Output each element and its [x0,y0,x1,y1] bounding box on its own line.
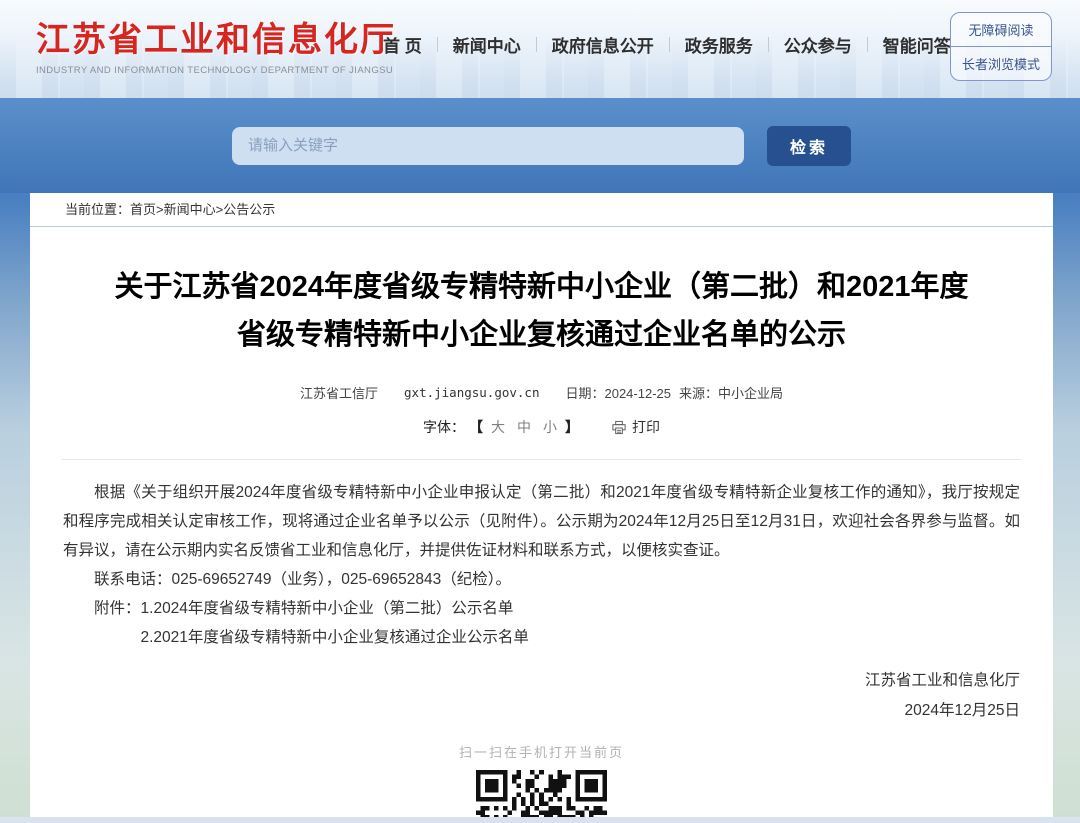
nav-separator [437,37,438,52]
content-card: 当前位置：首页>新闻中心>公告公示 关于江苏省2024年度省级专精特新中小企业（… [30,193,1053,823]
breadcrumb-label: 当前位置： [65,202,130,217]
font-size-medium[interactable]: 中 [517,417,531,437]
content-divider [62,459,1021,460]
article-title: 关于江苏省2024年度省级专精特新中小企业（第二批）和2021年度省级专精特新中… [102,263,982,359]
meta-date: 日期：2024-12-25 [565,383,671,402]
signature-org: 江苏省工业和信息化厅 [30,666,1020,696]
site-header: 江苏省工业和信息化厅 INDUSTRY AND INFORMATION TECH… [0,0,1080,98]
attachment-link-1[interactable]: 1.2024年度省级专精特新中小企业（第二批）公示名单 [141,600,514,617]
font-controls: 字体： 【 大 中 小 】 打印 [30,417,1053,437]
print-button[interactable]: 打印 [611,417,660,437]
breadcrumb: 当前位置：首页>新闻中心>公告公示 [30,193,1053,227]
attachment-line-2: 2.2021年度省级专精特新中小企业复核通过企业公示名单 [63,623,1020,652]
font-size-small[interactable]: 小 [543,417,557,437]
meta-origin: 来源：中小企业局 [679,383,783,402]
bracket-close: 】 [565,417,579,437]
nav-item-home[interactable]: 首 页 [383,32,422,57]
nav-item-news[interactable]: 新闻中心 [453,32,521,57]
attachments-label: 附件： [94,600,141,617]
nav-separator [536,37,537,52]
search-input[interactable] [232,127,744,165]
search-button[interactable]: 检索 [767,126,851,166]
attachment-link-2[interactable]: 2.2021年度省级专精特新中小企业复核通过企业公示名单 [141,629,529,646]
print-icon [611,420,627,435]
attachment-line-1: 附件：1.2024年度省级专精特新中小企业（第二批）公示名单 [63,594,1020,623]
nav-item-participation[interactable]: 公众参与 [784,32,852,57]
accessibility-box: 无障碍阅读 长者浏览模式 [950,12,1052,81]
meta-source-dept: 江苏省工信厅 [300,383,378,402]
bracket-open: 【 [469,417,483,437]
nav-separator [768,37,769,52]
meta-website: gxt.jiangsu.gov.cn [404,385,539,400]
nav-separator [867,37,868,52]
elder-mode-button[interactable]: 长者浏览模式 [951,46,1051,80]
accessible-reading-button[interactable]: 无障碍阅读 [951,13,1051,46]
logo-subtitle: INDUSTRY AND INFORMATION TECHNOLOGY DEPA… [36,65,396,76]
font-label: 字体： [423,417,465,437]
nav-item-gov-info[interactable]: 政府信息公开 [552,32,654,57]
page: 江苏省工业和信息化厅 INDUSTRY AND INFORMATION TECH… [0,0,1080,823]
contact-line: 联系电话：025-69652749（业务），025-69652843（纪检）。 [63,565,1020,594]
main-nav: 首 页 新闻中心 政府信息公开 政务服务 公众参与 智能问答 [383,32,951,57]
search-band: 检索 [0,98,1080,193]
nav-item-smart-qa[interactable]: 智能问答 [883,32,951,57]
article-meta: 江苏省工信厅 gxt.jiangsu.gov.cn 日期：2024-12-25 … [30,383,1053,402]
signature-block: 江苏省工业和信息化厅 2024年12月25日 [30,666,1020,726]
breadcrumb-path[interactable]: 首页>新闻中心>公告公示 [130,202,275,217]
meta-dates: 日期：2024-12-25 来源：中小企业局 [565,383,783,402]
article-body: 根据《关于组织开展2024年度省级专精特新中小企业申报认定（第二批）和2021年… [63,478,1020,565]
signature-date: 2024年12月25日 [30,696,1020,726]
bottom-strip [0,817,1080,823]
qr-caption: 扫一扫在手机打开当前页 [30,742,1053,761]
logo-title: 江苏省工业和信息化厅 [36,12,396,61]
qr-code [476,770,607,823]
nav-item-services[interactable]: 政务服务 [685,32,753,57]
print-label: 打印 [632,417,660,437]
font-size-large[interactable]: 大 [491,417,505,437]
nav-separator [669,37,670,52]
logo[interactable]: 江苏省工业和信息化厅 INDUSTRY AND INFORMATION TECH… [36,12,396,76]
